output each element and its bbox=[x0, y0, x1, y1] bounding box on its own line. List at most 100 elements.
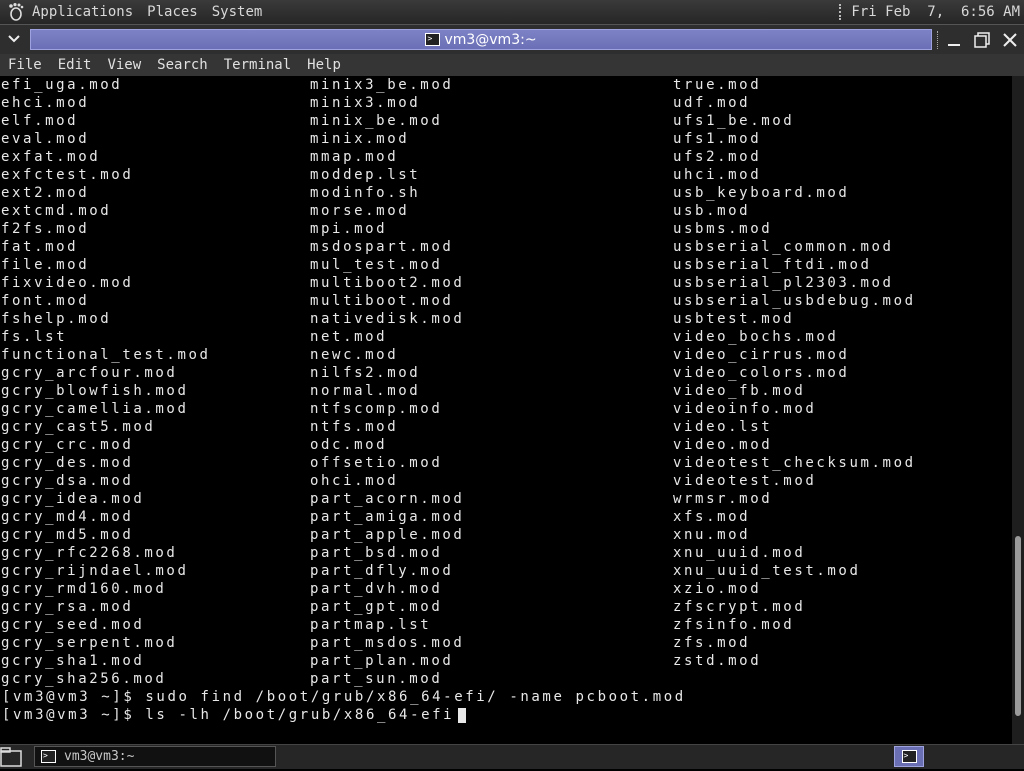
file-entry: part_apple.mod bbox=[310, 527, 465, 543]
top-panel: Applications Places System Fri Feb 7, 6:… bbox=[0, 0, 1024, 24]
listing-row: exfat.mod mmap.mod ufs2.mod bbox=[0, 148, 1012, 166]
file-entry: gcry_serpent.mod bbox=[1, 635, 178, 651]
close-icon bbox=[1003, 33, 1017, 47]
file-entry: zstd.mod bbox=[673, 653, 762, 669]
file-entry: video.mod bbox=[673, 437, 773, 453]
show-desktop-button[interactable] bbox=[0, 747, 26, 767]
listing-row: exfctest.mod moddep.lst uhci.mod bbox=[0, 166, 1012, 184]
menu-edit[interactable]: Edit bbox=[58, 57, 92, 73]
file-entry: video_cirrus.mod bbox=[673, 347, 850, 363]
file-entry: video_colors.mod bbox=[673, 365, 850, 381]
file-entry: ohci.mod bbox=[310, 473, 399, 489]
file-entry: gcry_cast5.mod bbox=[1, 419, 156, 435]
file-entry: zfsinfo.mod bbox=[673, 617, 795, 633]
listing-row: gcry_seed.mod partmap.lst zfsinfo.mod bbox=[0, 616, 1012, 634]
file-entry: usbserial_pl2303.mod bbox=[673, 275, 894, 291]
file-entry: part_plan.mod bbox=[310, 653, 454, 669]
clock-area: Fri Feb 7, 6:56 AM bbox=[839, 0, 1020, 24]
file-entry: gcry_sha256.mod bbox=[1, 671, 167, 687]
file-entry: xnu_uuid.mod bbox=[673, 545, 806, 561]
menu-applications[interactable]: Applications bbox=[32, 4, 133, 20]
listing-row: gcry_crc.mod odc.mod video.mod bbox=[0, 436, 1012, 454]
menu-system[interactable]: System bbox=[212, 4, 263, 20]
file-entry: file.mod bbox=[1, 257, 90, 273]
file-entry: net.mod bbox=[310, 329, 388, 345]
window-menu-button[interactable] bbox=[0, 27, 28, 51]
terminal-menubar: File Edit View Search Terminal Help bbox=[0, 54, 1024, 77]
minimize-button[interactable] bbox=[940, 27, 968, 53]
workspace-switcher[interactable] bbox=[894, 746, 924, 767]
file-entry: mpi.mod bbox=[310, 221, 388, 237]
listing-row: gcry_serpent.mod part_msdos.mod zfs.mod bbox=[0, 634, 1012, 652]
file-entry: xzio.mod bbox=[673, 581, 762, 597]
file-entry: f2fs.mod bbox=[1, 221, 90, 237]
file-entry: video_fb.mod bbox=[673, 383, 806, 399]
file-entry: ufs2.mod bbox=[673, 149, 762, 165]
file-entry: minix.mod bbox=[310, 131, 410, 147]
file-entry: multiboot2.mod bbox=[310, 275, 465, 291]
listing-row: gcry_rijndael.mod part_dfly.mod xnu_uuid_t… bbox=[0, 562, 1012, 580]
file-entry: mul_test.mod bbox=[310, 257, 443, 273]
menu-file[interactable]: File bbox=[8, 57, 42, 73]
file-entry: part_acorn.mod bbox=[310, 491, 465, 507]
gnome-foot-icon[interactable] bbox=[6, 2, 26, 22]
prompt-and-command: [vm3@vm3 ~]$ ls -lh /boot/grub/x86_64-ef… bbox=[2, 706, 467, 724]
file-entry: gcry_md5.mod bbox=[1, 527, 134, 543]
listing-row: gcry_md4.mod part_amiga.mod xfs.mod bbox=[0, 508, 1012, 526]
panel-handle[interactable] bbox=[839, 4, 845, 20]
file-entry: usb.mod bbox=[673, 203, 751, 219]
file-entry: modinfo.sh bbox=[310, 185, 421, 201]
window-titlebar[interactable]: vm3@vm3:~ bbox=[0, 24, 1024, 55]
file-entry: exfctest.mod bbox=[1, 167, 134, 183]
maximize-button[interactable] bbox=[968, 27, 996, 53]
listing-row: gcry_rsa.mod part_gpt.mod zfscrypt.mod bbox=[0, 598, 1012, 616]
taskbar-window-label: vm3@vm3:~ bbox=[64, 749, 135, 764]
file-entry: gcry_sha1.mod bbox=[1, 653, 145, 669]
listing-row: ext2.mod modinfo.sh usb_keyboard.mod bbox=[0, 184, 1012, 202]
file-entry: normal.mod bbox=[310, 383, 421, 399]
listing-row: fixvideo.mod multiboot2.mod usbserial_pl23… bbox=[0, 274, 1012, 292]
menu-search[interactable]: Search bbox=[157, 57, 208, 73]
file-entry: fs.lst bbox=[1, 329, 68, 345]
file-entry: font.mod bbox=[1, 293, 90, 309]
file-entry: newc.mod bbox=[310, 347, 399, 363]
file-entry: fshelp.mod bbox=[1, 311, 112, 327]
file-entry: msdospart.mod bbox=[310, 239, 454, 255]
close-button[interactable] bbox=[996, 27, 1024, 53]
file-entry: gcry_crc.mod bbox=[1, 437, 134, 453]
listing-row: gcry_idea.mod part_acorn.mod wrmsr.mod bbox=[0, 490, 1012, 508]
window-title: vm3@vm3:~ bbox=[444, 31, 537, 48]
menu-help[interactable]: Help bbox=[307, 57, 341, 73]
menu-places[interactable]: Places bbox=[147, 4, 198, 20]
listing-row: gcry_dsa.mod ohci.mod videotest.mod bbox=[0, 472, 1012, 490]
taskbar-window-button[interactable]: vm3@vm3:~ bbox=[34, 746, 276, 767]
file-entry: usbserial_usbdebug.mod bbox=[673, 293, 916, 309]
file-entry: videotest.mod bbox=[673, 473, 817, 489]
file-entry: part_dfly.mod bbox=[310, 563, 454, 579]
file-entry: gcry_rsa.mod bbox=[1, 599, 134, 615]
listing-row: gcry_arcfour.mod nilfs2.mod video_colors.m… bbox=[0, 364, 1012, 382]
file-entry: nilfs2.mod bbox=[310, 365, 421, 381]
file-entry: part_sun.mod bbox=[310, 671, 443, 687]
terminal-output[interactable]: efi_uga.mod minix3_be.mod true.mod ehci.mod… bbox=[0, 76, 1012, 744]
title-strip[interactable]: vm3@vm3:~ bbox=[30, 29, 932, 50]
listing-row: fat.mod msdospart.mod usbserial_common.mod bbox=[0, 238, 1012, 256]
text-cursor bbox=[458, 707, 467, 723]
menu-terminal[interactable]: Terminal bbox=[224, 57, 291, 73]
file-entry: xnu.mod bbox=[673, 527, 751, 543]
file-entry: fat.mod bbox=[1, 239, 79, 255]
listing-row: fshelp.mod nativedisk.mod usbtest.mod bbox=[0, 310, 1012, 328]
listing-row: fs.lst net.mod video_bochs.mod bbox=[0, 328, 1012, 346]
terminal-scrollbar[interactable] bbox=[1012, 76, 1024, 744]
file-entry: videotest_checksum.mod bbox=[673, 455, 916, 471]
maximize-icon bbox=[974, 32, 990, 48]
terminal-icon bbox=[41, 750, 56, 763]
file-entry: gcry_rijndael.mod bbox=[1, 563, 189, 579]
window-controls bbox=[937, 27, 1024, 53]
clock[interactable]: Fri Feb 7, 6:56 AM bbox=[851, 4, 1020, 20]
menu-view[interactable]: View bbox=[107, 57, 141, 73]
file-entry: usbserial_ftdi.mod bbox=[673, 257, 872, 273]
listing-row: gcry_sha256.mod part_sun.mod bbox=[0, 670, 1012, 688]
scrollbar-thumb[interactable] bbox=[1015, 536, 1021, 717]
file-entry: elf.mod bbox=[1, 113, 79, 129]
